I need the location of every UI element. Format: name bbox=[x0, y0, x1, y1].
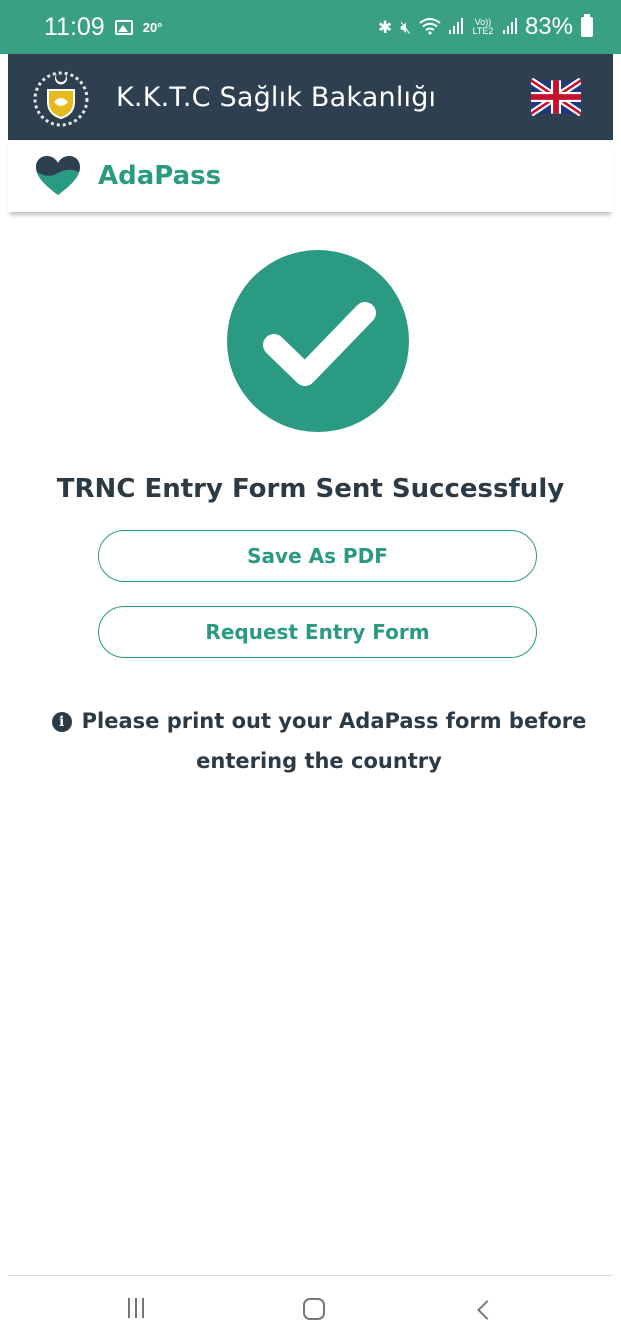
app-title: K.K.T.C Sağlık Bakanlığı bbox=[116, 81, 437, 113]
request-entry-form-button[interactable]: Request Entry Form bbox=[98, 606, 537, 658]
brand-bar: AdaPass bbox=[8, 140, 613, 212]
signal-icon-2 bbox=[502, 17, 517, 37]
home-button[interactable] bbox=[303, 1298, 325, 1320]
notice-text: Please print out your AdaPass form befor… bbox=[81, 709, 587, 773]
status-bar: 11:09 20° ✱ 🔇︎ Vo)) LTE2 83% bbox=[0, 0, 621, 54]
emblem-icon bbox=[33, 71, 89, 127]
save-as-pdf-button[interactable]: Save As PDF bbox=[98, 530, 537, 582]
lte-label: Vo)) LTE2 bbox=[472, 17, 494, 36]
navigation-bar bbox=[0, 1276, 621, 1322]
status-temperature: 20° bbox=[142, 19, 163, 35]
uk-flag-icon[interactable] bbox=[531, 78, 581, 116]
brand-name: AdaPass bbox=[98, 161, 222, 191]
success-title: TRNC Entry Form Sent Successfuly bbox=[56, 474, 565, 504]
status-time: 11:09 bbox=[44, 12, 105, 41]
app-header: K.K.T.C Sağlık Bakanlığı bbox=[8, 54, 613, 140]
info-icon: i bbox=[51, 712, 72, 732]
mute-icon: 🔇︎ bbox=[400, 17, 411, 37]
battery-percent: 83% bbox=[524, 13, 573, 40]
success-check-icon bbox=[227, 250, 409, 432]
print-notice: i Please print out your AdaPass form befo… bbox=[24, 701, 614, 781]
gallery-icon bbox=[114, 19, 133, 35]
wifi-icon bbox=[419, 17, 441, 38]
back-button[interactable] bbox=[477, 1300, 497, 1320]
recent-apps-button[interactable] bbox=[128, 1298, 149, 1322]
heart-logo-icon bbox=[36, 156, 80, 195]
signal-icon bbox=[448, 17, 463, 37]
battery-icon bbox=[581, 14, 593, 37]
bluetooth-icon: ✱ bbox=[377, 17, 393, 37]
